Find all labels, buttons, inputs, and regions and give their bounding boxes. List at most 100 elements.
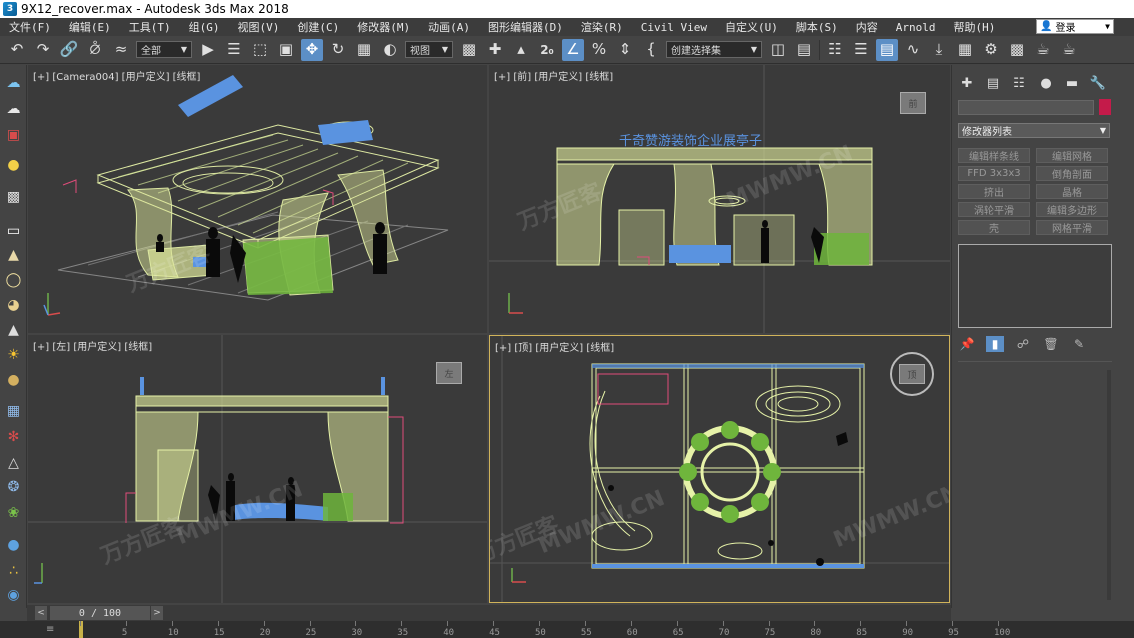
menu-rendering[interactable]: 渲染(R) xyxy=(572,19,632,35)
mirror-button[interactable]: ◫ xyxy=(767,39,789,61)
viewport-label[interactable]: [+] [Camera004] [用户定义] [线框] xyxy=(33,68,200,83)
terrain-button[interactable]: △ xyxy=(4,453,23,472)
viewport-label[interactable]: [+] [左] [用户定义] [线框] xyxy=(33,338,152,353)
menu-customize[interactable]: 自定义(U) xyxy=(716,19,787,35)
redo-button[interactable]: ↷ xyxy=(32,39,54,61)
bind-spacewarp-button[interactable]: ≈ xyxy=(110,39,132,61)
key-filter-icon[interactable]: ≡ xyxy=(46,624,54,635)
material-editor-button[interactable]: ▦ xyxy=(954,39,976,61)
modifier-stack[interactable] xyxy=(958,244,1112,328)
cloud-button[interactable]: ☁ xyxy=(4,99,23,118)
object-paint-button[interactable]: ☁ xyxy=(4,73,23,92)
viewport-top[interactable]: [+] [顶] [用户定义] [线框] 顶 万方匠客 MWMW.CN MWMW.… xyxy=(489,335,950,603)
plane-button[interactable]: ▭ xyxy=(4,221,23,240)
place-button[interactable]: ◐ xyxy=(379,39,401,61)
modify-tab[interactable]: ▤ xyxy=(984,74,1002,92)
menu-arnold[interactable]: Arnold xyxy=(887,21,945,34)
region-select-button[interactable]: ⬚ xyxy=(249,39,271,61)
menu-graph-editors[interactable]: 图形编辑器(D) xyxy=(479,19,572,35)
menu-content[interactable]: 内容 xyxy=(847,19,887,35)
foliage-button[interactable]: ❀ xyxy=(4,503,23,522)
curve-editor-button[interactable]: ∿ xyxy=(902,39,924,61)
link-button[interactable]: 🔗 xyxy=(58,39,80,61)
viewcube[interactable]: 顶 xyxy=(899,364,925,384)
move-button[interactable]: ✥ xyxy=(301,38,323,61)
edit-mesh-button[interactable]: 编辑网格 xyxy=(1036,148,1108,163)
reference-coordinate-dropdown[interactable]: 视图 ▼ xyxy=(405,41,453,58)
color-balls-button[interactable]: ∴ xyxy=(4,561,23,580)
render-cloud-button[interactable]: ☕ xyxy=(1058,39,1080,61)
window-crossing-button[interactable]: ▣ xyxy=(275,39,297,61)
pivot-button[interactable]: ▩ xyxy=(458,39,480,61)
named-selection-dropdown[interactable]: 创建选择集 ▼ xyxy=(666,41,762,58)
ffd-button[interactable]: FFD 3x3x3 xyxy=(958,166,1030,181)
viewcube-ring[interactable]: 顶 xyxy=(890,352,934,396)
camera-button[interactable]: ▩ xyxy=(4,187,23,206)
hierarchy-tab[interactable]: ☷ xyxy=(1010,74,1028,92)
align-button[interactable]: ▤ xyxy=(793,39,815,61)
create-tab[interactable]: ✚ xyxy=(958,74,976,92)
render-production-button[interactable]: ☕ xyxy=(1032,39,1054,61)
selection-filter-dropdown[interactable]: 全部 ▼ xyxy=(136,41,192,58)
menu-modifiers[interactable]: 修改器(M) xyxy=(348,19,419,35)
viewport-camera[interactable]: [+] [Camera004] [用户定义] [线框] 万方匠客 xyxy=(28,65,487,333)
viewport-label[interactable]: [+] [顶] [用户定义] [线框] xyxy=(495,339,614,354)
scale-button[interactable]: ▦ xyxy=(353,39,375,61)
motion-tab[interactable]: ● xyxy=(1037,74,1055,92)
timeline-track[interactable]: ≡ 5 10 15 20 25 30 35 40 45 50 55 60 65 70 75 80 85 90 95 1… xyxy=(0,621,1134,638)
configure-sets-icon[interactable]: ✎ xyxy=(1070,336,1088,352)
menu-scripting[interactable]: 脚本(S) xyxy=(787,19,847,35)
bevel-profile-button[interactable]: 倒角剖面 xyxy=(1036,166,1108,181)
menu-tools[interactable]: 工具(T) xyxy=(120,19,180,35)
edit-poly-button[interactable]: 编辑多边形 xyxy=(1036,202,1108,217)
ribbon-toggle-button[interactable]: ▤ xyxy=(876,38,898,61)
ball-button[interactable]: ● xyxy=(4,370,23,389)
viewport-left[interactable]: [+] [左] [用户定义] [线框] 左 万方匠客 MWMW.CN xyxy=(28,335,487,603)
remove-modifier-icon[interactable]: 🗑 xyxy=(1042,336,1060,352)
make-unique-icon[interactable]: ☍ xyxy=(1014,336,1032,352)
cone-button[interactable]: ▲ xyxy=(4,320,23,339)
login-dropdown[interactable]: 👤 登录 ▼ xyxy=(1036,19,1114,34)
grid-button[interactable]: ▦ xyxy=(4,401,23,420)
select-by-name-button[interactable]: ☰ xyxy=(223,39,245,61)
menu-help[interactable]: 帮助(H) xyxy=(944,19,1004,35)
frame-indicator[interactable]: 0 / 100 xyxy=(50,606,150,620)
panel-scrollbar[interactable] xyxy=(1107,370,1111,600)
menu-group[interactable]: 组(G) xyxy=(180,19,229,35)
shell-button[interactable]: 壳 xyxy=(958,220,1030,235)
unlink-button[interactable]: ⦲ xyxy=(84,39,106,61)
pin-stack-icon[interactable]: 📌 xyxy=(958,336,976,352)
snaps-toggle-button[interactable]: 2₀ xyxy=(536,39,558,61)
viewport-front[interactable]: 千奇赞游装饰企业展亭子 [+] [前] [用户定义] [线框] 前 万方匠客 M… xyxy=(489,65,950,333)
menu-create[interactable]: 创建(C) xyxy=(288,19,348,35)
show-end-result-icon[interactable]: ▮ xyxy=(986,336,1004,352)
layer-explorer-button[interactable]: ☰ xyxy=(850,39,872,61)
viewcube[interactable]: 左 xyxy=(436,362,462,384)
rendered-frame-window-button[interactable]: ▩ xyxy=(1006,39,1028,61)
edit-spline-button[interactable]: 编辑样条线 xyxy=(958,148,1030,163)
utilities-tab[interactable]: 🔧 xyxy=(1089,74,1107,92)
image-button[interactable]: ▣ xyxy=(4,125,23,144)
display-tab[interactable]: ▬ xyxy=(1063,74,1081,92)
menu-view[interactable]: 视图(V) xyxy=(229,19,289,35)
modifier-list-dropdown[interactable]: 修改器列表 ▼ xyxy=(958,123,1110,138)
globe-button[interactable]: ❂ xyxy=(4,477,23,496)
turbosmooth-button[interactable]: 涡轮平滑 xyxy=(958,202,1030,217)
object-color-swatch[interactable] xyxy=(1099,99,1111,115)
undo-button[interactable]: ↶ xyxy=(6,39,28,61)
meshsmooth-button[interactable]: 网格平滑 xyxy=(1036,220,1108,235)
sphere-button[interactable]: ◯ xyxy=(4,270,23,289)
keyboard-shortcut-button[interactable]: ▴ xyxy=(510,39,532,61)
material-sphere-button[interactable]: ● xyxy=(4,535,23,554)
spinner-snap-button[interactable]: ⇕ xyxy=(614,39,636,61)
menu-edit[interactable]: 编辑(E) xyxy=(60,19,120,35)
shape-button[interactable]: ▲ xyxy=(4,245,23,264)
rotate-button[interactable]: ↻ xyxy=(327,39,349,61)
scene-explorer-button[interactable]: ☷ xyxy=(824,39,846,61)
particle-button[interactable]: ✻ xyxy=(4,427,23,446)
edit-named-sets-button[interactable]: { xyxy=(640,39,662,61)
angle-snap-button[interactable]: ∠ xyxy=(562,38,584,61)
percent-snap-button[interactable]: % xyxy=(588,39,610,61)
render-setup-button[interactable]: ⚙ xyxy=(980,39,1002,61)
prev-frame-button[interactable]: < xyxy=(35,606,47,620)
